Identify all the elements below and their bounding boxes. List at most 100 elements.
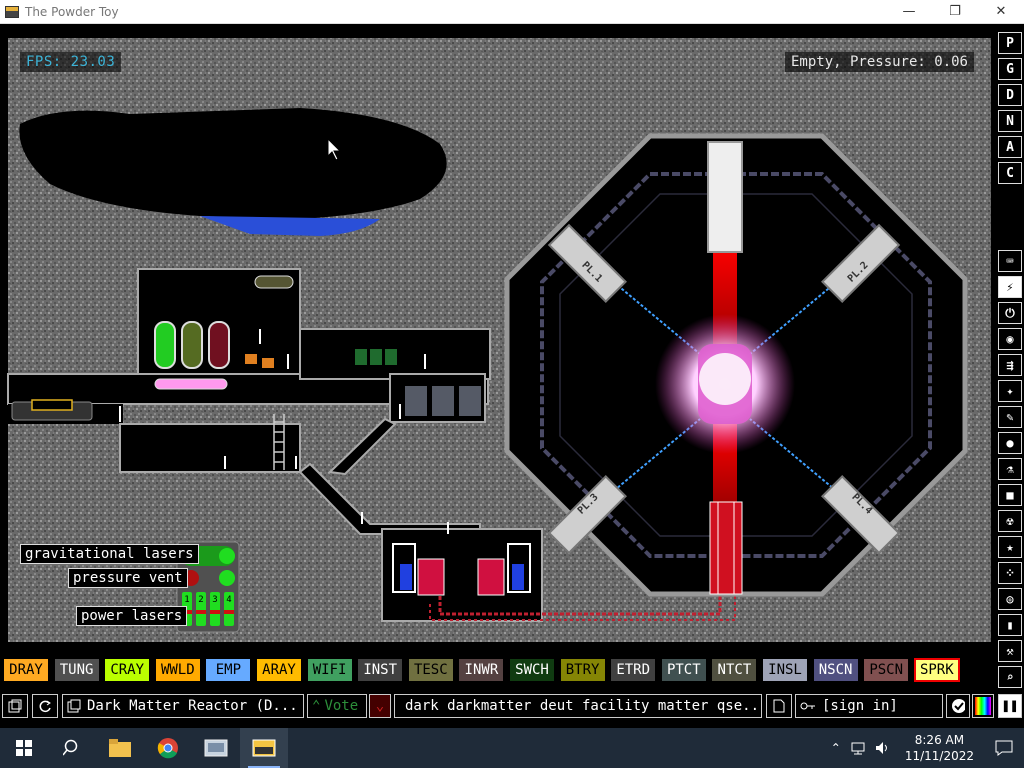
pink-tube bbox=[154, 378, 228, 390]
flask-icon: ⚗ bbox=[1006, 462, 1014, 476]
notification-button[interactable] bbox=[984, 728, 1024, 768]
simulation-canvas[interactable]: PL.1 PL.2 PL.3 PL.4 1234 FPS: 23.03 Empty, … bbox=[0, 24, 994, 654]
close-button[interactable]: ✕ bbox=[978, 0, 1024, 23]
red-reactor-right bbox=[477, 558, 505, 596]
element-ntct[interactable]: NTCT bbox=[711, 658, 758, 682]
menu-button-d[interactable]: D bbox=[998, 84, 1022, 106]
chrome-button[interactable] bbox=[144, 728, 192, 768]
category-force-icon[interactable]: ⇶ bbox=[998, 354, 1022, 376]
category-tool-icon[interactable]: ⚒ bbox=[998, 640, 1022, 662]
force-icon: ⇶ bbox=[1006, 358, 1014, 372]
category-power-icon[interactable]: ⏻ bbox=[998, 302, 1022, 324]
element-swch[interactable]: SWCH bbox=[509, 658, 555, 682]
element-wifi[interactable]: WIFI bbox=[306, 658, 353, 682]
element-inst[interactable]: INST bbox=[357, 658, 404, 682]
menu-button-n[interactable]: N bbox=[998, 110, 1022, 132]
menu-button-a[interactable]: A bbox=[998, 136, 1022, 158]
facility-room-lower bbox=[119, 423, 301, 473]
open-save-button[interactable] bbox=[2, 694, 28, 718]
volume-icon[interactable] bbox=[875, 741, 891, 755]
element-insl[interactable]: INSL bbox=[762, 658, 808, 682]
vote-up-button[interactable]: ⌃ Vote bbox=[307, 694, 367, 718]
category-explosive-icon[interactable]: ✦ bbox=[998, 380, 1022, 402]
category-pen-icon[interactable]: ✎ bbox=[998, 406, 1022, 428]
category-bookmark-icon[interactable]: ▮ bbox=[998, 614, 1022, 636]
check-circle-icon bbox=[952, 699, 965, 713]
panel-digit-3: 3 bbox=[212, 595, 217, 605]
page-icon bbox=[773, 699, 785, 713]
menu-button-g[interactable]: G bbox=[998, 58, 1022, 80]
pause-icon: ❚❚ bbox=[1001, 698, 1019, 714]
login-label: [sign in] bbox=[822, 698, 898, 714]
file-explorer-button[interactable] bbox=[96, 728, 144, 768]
element-nscn[interactable]: NSCN bbox=[812, 658, 859, 682]
powder-toy-taskbar-button[interactable] bbox=[240, 728, 288, 768]
element-inwr[interactable]: INWR bbox=[458, 658, 505, 682]
menu-button-p[interactable]: P bbox=[998, 32, 1022, 54]
category-keyboard-icon[interactable]: ⌨ bbox=[998, 250, 1022, 272]
element-btry[interactable]: BTRY bbox=[559, 658, 606, 682]
green-racks bbox=[355, 349, 397, 365]
gravitational-lasers-label: gravitational lasers bbox=[20, 544, 199, 564]
upload-button[interactable] bbox=[766, 694, 792, 718]
windows-start-icon bbox=[16, 740, 32, 756]
panel-digit-1: 1 bbox=[184, 595, 189, 605]
category-box-icon[interactable]: ■ bbox=[998, 484, 1022, 506]
element-toolbar: DRAY TUNG CRAY WWLD EMP ARAY WIFI INST TESC INWR S… bbox=[0, 658, 994, 684]
dots-icon: ⁘ bbox=[1004, 566, 1016, 580]
pressure-status: Empty, Pressure: 0.06 bbox=[784, 52, 974, 72]
app-icon bbox=[5, 5, 19, 18]
pause-button[interactable]: ❚❚ bbox=[998, 694, 1022, 718]
powder-toy-icon bbox=[252, 739, 276, 757]
category-sensor-icon[interactable]: ◉ bbox=[998, 328, 1022, 350]
box-icon: ■ bbox=[1006, 488, 1014, 502]
chrome-icon bbox=[157, 738, 178, 759]
category-dots-icon[interactable]: ⁘ bbox=[998, 562, 1022, 584]
start-button[interactable] bbox=[0, 728, 48, 768]
server-racks bbox=[405, 386, 481, 416]
save-name-button[interactable]: Dark Matter Reactor (D... bbox=[62, 694, 304, 718]
settings-button[interactable] bbox=[946, 694, 970, 718]
element-sprk[interactable]: SPRK bbox=[913, 658, 960, 682]
clock[interactable]: 8:26 AM 11/11/2022 bbox=[895, 732, 984, 764]
display-mode-button[interactable] bbox=[972, 694, 994, 718]
minimize-button[interactable]: — bbox=[886, 0, 932, 23]
chevron-up-icon[interactable]: ⌃ bbox=[825, 741, 847, 755]
key-icon bbox=[800, 702, 815, 710]
element-tung[interactable]: TUNG bbox=[53, 658, 100, 682]
menu-button-c[interactable]: C bbox=[998, 162, 1022, 184]
category-search-icon[interactable]: ⌕ bbox=[998, 666, 1022, 688]
network-icon[interactable] bbox=[851, 741, 867, 755]
category-drop-icon[interactable]: ● bbox=[998, 432, 1022, 454]
power-emitter bbox=[709, 501, 743, 595]
category-plug-icon[interactable]: ⚡ bbox=[998, 276, 1022, 298]
element-ptct[interactable]: PTCT bbox=[660, 658, 707, 682]
taskbar-app-button[interactable] bbox=[192, 728, 240, 768]
olive-tank bbox=[181, 321, 203, 369]
vote-up-icon: ⌃ bbox=[312, 698, 321, 714]
element-aray[interactable]: ARAY bbox=[256, 658, 302, 682]
window-title: The Powder Toy bbox=[25, 4, 119, 19]
element-dray[interactable]: DRAY bbox=[3, 658, 49, 682]
vote-down-icon: ⌄ bbox=[375, 698, 385, 714]
ladder bbox=[273, 414, 285, 470]
element-emp[interactable]: EMP bbox=[205, 658, 252, 682]
reactor-core-flash bbox=[699, 353, 751, 405]
search-icon bbox=[63, 739, 78, 756]
element-pscn[interactable]: PSCN bbox=[863, 658, 910, 682]
element-wwld[interactable]: WWLD bbox=[154, 658, 201, 682]
category-star-icon[interactable]: ★ bbox=[998, 536, 1022, 558]
login-button[interactable]: [sign in] bbox=[795, 694, 943, 718]
category-lightbulb-icon[interactable]: ◎ bbox=[998, 588, 1022, 610]
vote-down-button[interactable]: ⌄ bbox=[369, 694, 391, 718]
category-flask-icon[interactable]: ⚗ bbox=[998, 458, 1022, 480]
element-cray[interactable]: CRAY bbox=[104, 658, 151, 682]
element-etrd[interactable]: ETRD bbox=[610, 658, 657, 682]
element-tesc[interactable]: TESC bbox=[407, 658, 454, 682]
category-radioactive-icon[interactable]: ☢ bbox=[998, 510, 1022, 532]
reload-button[interactable] bbox=[32, 694, 58, 718]
sensor-icon: ◉ bbox=[1006, 332, 1014, 346]
taskbar-search-button[interactable] bbox=[48, 728, 96, 768]
tags-button[interactable]: dark darkmatter deut facility matter qse… bbox=[394, 694, 762, 718]
restore-button[interactable]: ❐ bbox=[932, 0, 978, 23]
